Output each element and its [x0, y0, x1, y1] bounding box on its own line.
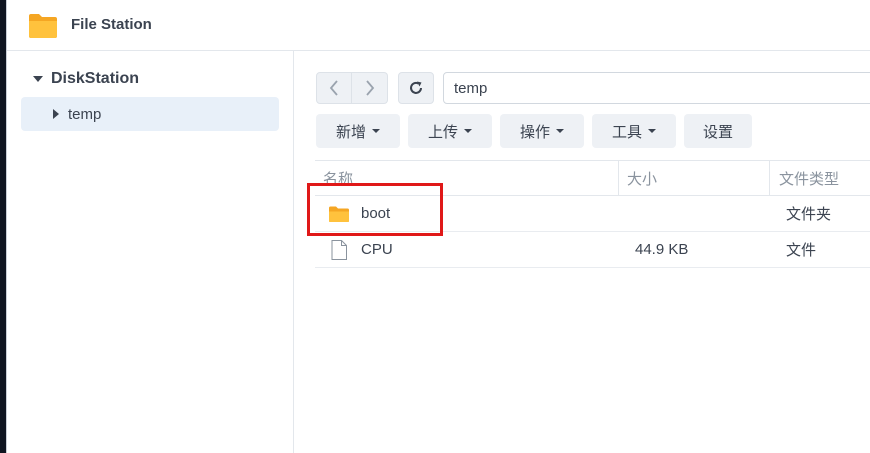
tools-button-label: 工具	[611, 122, 642, 141]
tools-button[interactable]: 工具	[592, 114, 676, 148]
column-divider[interactable]	[769, 161, 770, 195]
settings-button-label: 设置	[702, 122, 733, 141]
file-type: 文件夹	[786, 205, 832, 223]
create-button-label: 新增	[335, 122, 366, 141]
file-name[interactable]: CPU	[361, 232, 393, 267]
back-button[interactable]	[316, 72, 352, 104]
caret-down-icon[interactable]	[33, 76, 43, 82]
action-button-label: 操作	[519, 122, 550, 141]
chevron-down-icon	[372, 129, 380, 133]
sidebar-item-temp[interactable]: temp	[21, 97, 279, 131]
path-input[interactable]	[443, 72, 870, 104]
tree-root-diskstation[interactable]: DiskStation	[33, 68, 139, 90]
sidebar-item-label: temp	[68, 105, 102, 123]
chevron-down-icon	[648, 129, 656, 133]
file-size: 44.9 KB	[635, 241, 689, 258]
chevron-down-icon	[556, 129, 564, 133]
column-header-type[interactable]: 文件类型	[779, 161, 839, 195]
column-header-size[interactable]: 大小	[627, 161, 657, 195]
action-button[interactable]: 操作	[500, 114, 584, 148]
file-type: 文件	[786, 241, 817, 259]
forward-button[interactable]	[352, 72, 388, 104]
create-button[interactable]: 新增	[316, 114, 400, 148]
refresh-icon	[410, 81, 422, 94]
window-title: File Station	[71, 16, 152, 33]
upload-button-label: 上传	[427, 122, 458, 141]
file-station-window: File Station DiskStation temp 新增 上传	[6, 0, 870, 453]
title-bar: File Station	[7, 0, 870, 51]
table-row[interactable]: CPU 44.9 KB 文件	[315, 232, 870, 268]
tree-root-label: DiskStation	[51, 70, 140, 87]
upload-button[interactable]: 上传	[408, 114, 492, 148]
chevron-right-icon	[365, 80, 374, 96]
folder-icon	[29, 14, 57, 38]
column-divider[interactable]	[618, 161, 619, 195]
annotation-highlight-box	[307, 183, 443, 236]
sidebar: DiskStation temp	[7, 51, 294, 453]
chevron-down-icon	[464, 129, 472, 133]
refresh-button[interactable]	[398, 72, 434, 104]
settings-button[interactable]: 设置	[684, 114, 752, 148]
file-icon	[331, 240, 347, 260]
chevron-left-icon	[329, 80, 338, 96]
caret-right-icon[interactable]	[53, 109, 59, 119]
